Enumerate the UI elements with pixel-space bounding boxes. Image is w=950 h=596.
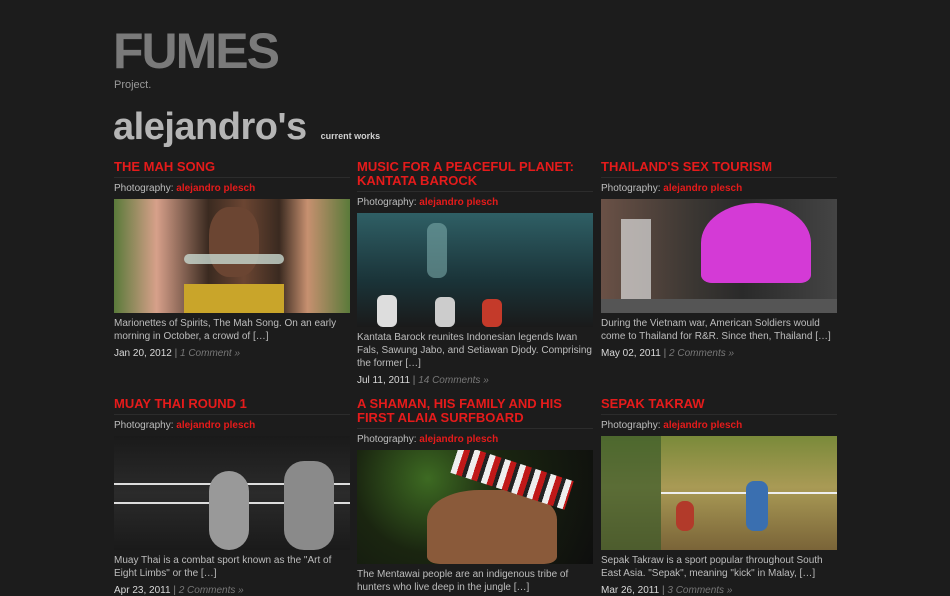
post-credit: Photography: alejandro plesch	[114, 420, 350, 432]
site-logo[interactable]: FUMES	[113, 26, 280, 76]
post-credit: Photography: alejandro plesch	[601, 420, 837, 432]
post-date: Jul 11, 2011	[357, 375, 411, 386]
post-thumbnail[interactable]	[601, 199, 837, 313]
post-title[interactable]: THE MAH SONG	[114, 160, 350, 178]
credit-label: Photography:	[601, 183, 661, 194]
author-link[interactable]: alejandro plesch	[176, 420, 255, 431]
site-tagline: Project.	[114, 79, 152, 91]
post-meta: Jan 20, 2012 | 1 Comment »	[114, 348, 350, 359]
post-title[interactable]: THAILAND'S SEX TOURISM	[601, 160, 837, 178]
author-link[interactable]: alejandro plesch	[176, 183, 255, 194]
post-card-kantata-barock: MUSIC FOR A PEACEFUL PLANET: KANTATA BAR…	[357, 160, 593, 386]
credit-label: Photography:	[601, 420, 661, 431]
post-card-sepak-takraw: SEPAK TAKRAW Photography: alejandro ples…	[601, 397, 837, 596]
post-credit: Photography: alejandro plesch	[357, 197, 593, 209]
post-thumbnail[interactable]	[357, 450, 593, 564]
credit-label: Photography:	[114, 420, 174, 431]
post-excerpt: Kantata Barock reunites Indonesian legen…	[357, 332, 592, 369]
credit-label: Photography:	[357, 197, 417, 208]
post-excerpt: The Mentawai people are an indigenous tr…	[357, 569, 569, 593]
post-credit: Photography: alejandro plesch	[357, 434, 593, 446]
post-thumbnail[interactable]	[357, 213, 593, 327]
credit-label: Photography:	[114, 183, 174, 194]
comments-link[interactable]: 3 Comments »	[667, 585, 732, 596]
post-meta: Mar 26, 2011 | 3 Comments »	[601, 585, 837, 596]
author-link[interactable]: alejandro plesch	[419, 434, 498, 445]
post-date: Mar 26, 2011	[601, 585, 660, 596]
post-card-sex-tourism: THAILAND'S SEX TOURISM Photography: alej…	[601, 160, 837, 359]
author-name-heading: alejandro's	[113, 106, 307, 148]
post-thumbnail[interactable]	[114, 436, 350, 550]
post-title[interactable]: SEPAK TAKRAW	[601, 397, 837, 415]
post-thumbnail[interactable]	[114, 199, 350, 313]
meta-separator: |	[174, 348, 178, 359]
post-meta: May 02, 2011 | 2 Comments »	[601, 348, 837, 359]
post-excerpt: During the Vietnam war, American Soldier…	[601, 318, 831, 342]
meta-separator: |	[663, 348, 667, 359]
heading-subtitle: current works	[320, 131, 381, 141]
comments-link[interactable]: 14 Comments »	[418, 375, 489, 386]
author-link[interactable]: alejandro plesch	[663, 420, 742, 431]
post-title[interactable]: A SHAMAN, HIS FAMILY AND HIS FIRST ALAIA…	[357, 397, 593, 429]
post-excerpt: Marionettes of Spirits, The Mah Song. On…	[114, 318, 337, 342]
comments-link[interactable]: 2 Comments »	[669, 348, 734, 359]
post-title[interactable]: MUSIC FOR A PEACEFUL PLANET: KANTATA BAR…	[357, 160, 593, 192]
meta-separator: |	[661, 585, 665, 596]
meta-separator: |	[173, 585, 176, 596]
post-thumbnail[interactable]	[601, 436, 837, 550]
post-date: May 02, 2011	[601, 348, 661, 359]
comments-link[interactable]: 2 Comments »	[179, 585, 244, 596]
post-date: Jan 20, 2012	[114, 348, 172, 359]
credit-label: Photography:	[357, 434, 417, 445]
post-title[interactable]: MUAY THAI ROUND 1	[114, 397, 350, 415]
post-card-muay-thai: MUAY THAI ROUND 1 Photography: alejandro…	[114, 397, 350, 596]
post-meta: Jul 11, 2011 | 14 Comments »	[357, 375, 593, 386]
post-meta: Apr 23, 2011 | 2 Comments »	[114, 585, 350, 596]
post-card-shaman: A SHAMAN, HIS FAMILY AND HIS FIRST ALAIA…	[357, 397, 593, 594]
author-link[interactable]: alejandro plesch	[419, 197, 498, 208]
comments-link[interactable]: 1 Comment »	[180, 348, 240, 359]
page-heading: alejandro's current works	[113, 108, 380, 146]
post-credit: Photography: alejandro plesch	[601, 183, 837, 195]
meta-separator: |	[412, 375, 416, 386]
author-link[interactable]: alejandro plesch	[663, 183, 742, 194]
post-excerpt: Sepak Takraw is a sport popular througho…	[601, 555, 823, 579]
post-credit: Photography: alejandro plesch	[114, 183, 350, 195]
post-date: Apr 23, 2011	[114, 585, 171, 596]
post-excerpt: Muay Thai is a combat sport known as the…	[114, 555, 332, 579]
post-card-mah-song: THE MAH SONG Photography: alejandro ples…	[114, 160, 350, 359]
